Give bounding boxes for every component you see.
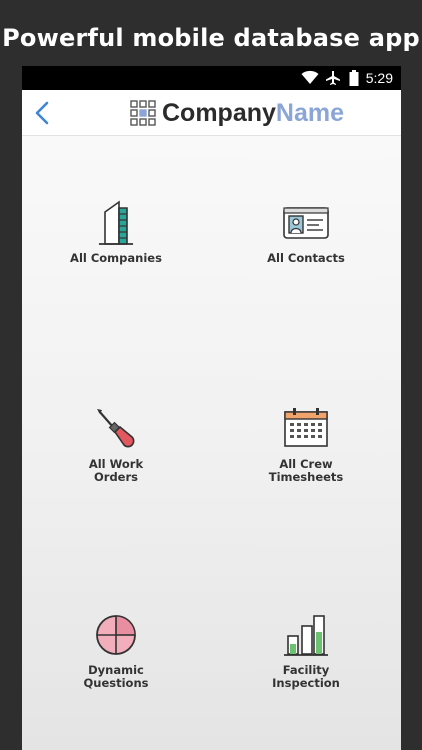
- battery-icon: [349, 70, 359, 86]
- id-card-icon: [283, 207, 329, 239]
- chevron-left-icon: [35, 101, 49, 125]
- brand-name-primary: Company: [162, 98, 276, 127]
- brand-logo: CompanyName: [130, 98, 344, 128]
- calendar-icon: [284, 408, 328, 447]
- grid-logo-icon: [130, 100, 156, 126]
- app-bar: CompanyName: [22, 90, 401, 136]
- tile-all-companies[interactable]: All Companies: [41, 200, 191, 265]
- pie-globe-icon: [96, 615, 136, 655]
- status-bar: 5:29: [22, 66, 401, 90]
- tile-label: All Contacts: [267, 251, 345, 265]
- tile-label: Facility Inspection: [272, 663, 340, 690]
- tile-dynamic-questions[interactable]: Dynamic Questions: [41, 612, 191, 690]
- phone-screen: 5:29 CompanyName All Companies All Conta…: [22, 66, 401, 750]
- airplane-mode-icon: [326, 71, 340, 85]
- tile-facility-inspection[interactable]: Facility Inspection: [231, 612, 381, 690]
- wifi-icon: [301, 70, 319, 84]
- tile-all-crew-timesheets[interactable]: All Crew Timesheets: [231, 406, 381, 484]
- back-button[interactable]: [32, 100, 54, 126]
- tile-label: All Crew Timesheets: [268, 457, 344, 484]
- screwdriver-icon: [97, 409, 135, 448]
- promo-headline: Powerful mobile database app: [2, 24, 420, 52]
- status-time: 5:29: [365, 70, 393, 86]
- brand-name-secondary: Name: [275, 98, 344, 127]
- building-icon: [99, 200, 133, 245]
- bar-chart-icon: [284, 615, 328, 656]
- tile-all-work-orders[interactable]: All Work Orders: [41, 406, 191, 484]
- tile-label: Dynamic Questions: [83, 663, 149, 690]
- tile-all-contacts[interactable]: All Contacts: [231, 200, 381, 265]
- tile-label: All Companies: [70, 251, 162, 265]
- tile-label: All Work Orders: [88, 457, 144, 484]
